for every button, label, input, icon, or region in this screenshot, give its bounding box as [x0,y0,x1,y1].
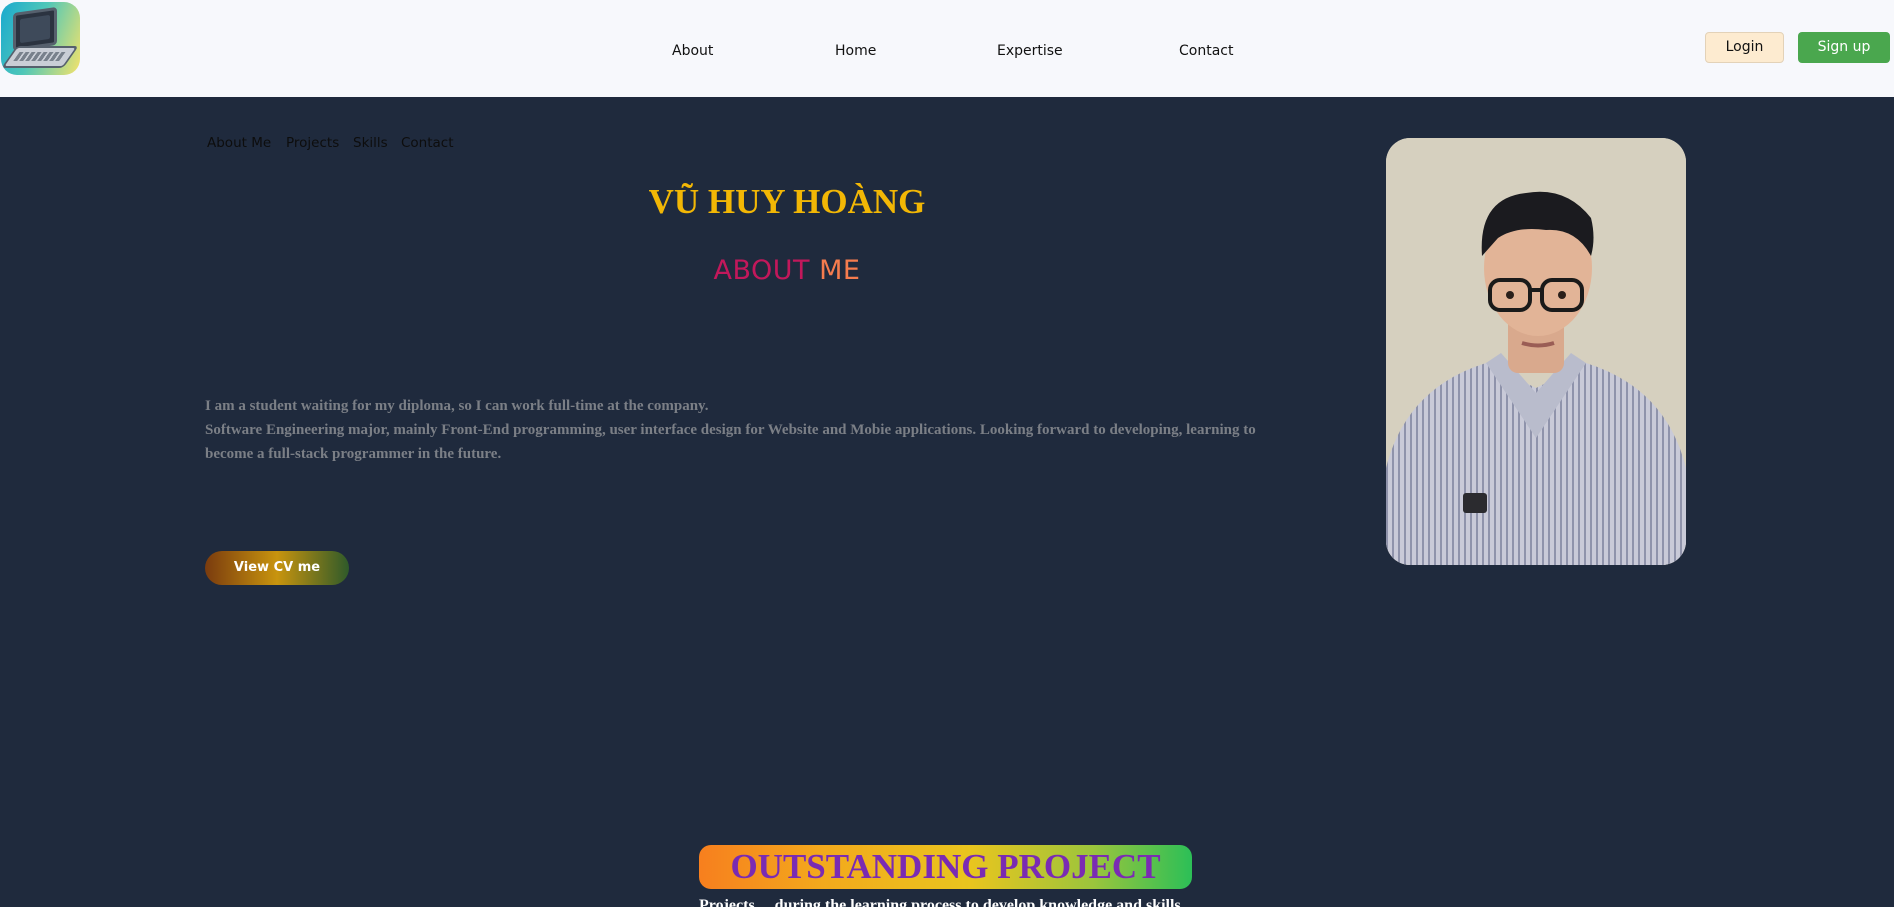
laptop-keyboard [1,46,79,68]
laptop-screen [13,6,57,52]
nav-expertise[interactable]: Expertise [997,43,1063,59]
about-me-heading: ABOUT ME [546,255,1028,286]
bio-line-2: Software Engineering major, mainly Front… [205,422,1256,438]
subnav-contact[interactable]: Contact [401,135,454,151]
outstanding-project-heading: OUTSTANDING PROJECT [699,845,1192,889]
nav-contact[interactable]: Contact [1179,43,1233,59]
me-word: ME [819,255,861,286]
signup-button[interactable]: Sign up [1798,32,1890,63]
login-button[interactable]: Login [1705,32,1784,63]
view-cv-button[interactable]: View CV me [205,551,349,585]
nav-about[interactable]: About [672,43,713,59]
about-word: ABOUT [713,255,811,286]
subnav-skills[interactable]: Skills [353,135,388,151]
laptop-icon[interactable] [1,2,80,75]
bio-line-3: become a full-stack programmer in the fu… [205,446,502,462]
projects-tagline: Projects ... during the learning process… [699,897,1181,907]
subnav-about-me[interactable]: About Me [207,135,271,151]
person-name: VŨ HUY HOÀNG [648,182,926,221]
nav-home[interactable]: Home [835,43,876,59]
top-navbar: About Home Expertise Contact Login Sign … [0,0,1894,97]
bio-line-1: I am a student waiting for my diploma, s… [205,398,709,414]
subnav-projects[interactable]: Projects [286,135,339,151]
profile-photo [1386,138,1686,565]
